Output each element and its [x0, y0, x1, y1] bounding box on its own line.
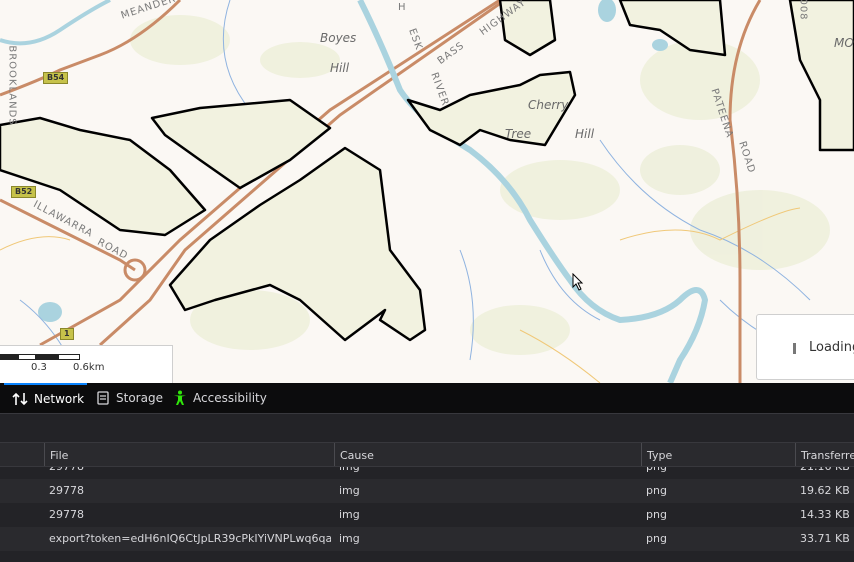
place-label: Hill	[330, 61, 350, 75]
cell-transferred: 21.16 KB	[800, 467, 850, 479]
request-table-body: 29778 img png 21.16 KB 29778 img png 19.…	[0, 467, 854, 562]
table-row[interactable]	[0, 551, 854, 562]
tab-network[interactable]: Network	[4, 383, 87, 413]
network-toolbar	[0, 414, 854, 443]
cell-file: 29778	[49, 467, 329, 479]
place-label: Hill	[575, 127, 595, 141]
cell-type: png	[646, 532, 667, 545]
cell-file: 29778	[49, 508, 84, 521]
cell-transferred: 33.71 KB	[800, 532, 850, 545]
table-row[interactable]: 29778 img png 21.16 KB	[0, 467, 854, 479]
request-table-header: File Cause Type Transferred	[0, 443, 854, 467]
place-label: Boyes	[320, 31, 357, 45]
road-label: H	[398, 2, 407, 13]
cell-file: 29778	[49, 484, 84, 497]
loading-panel: Loading	[756, 314, 854, 380]
cell-cause: img	[339, 467, 360, 479]
map-canvas[interactable]	[0, 0, 854, 383]
place-label: Tree	[505, 127, 532, 141]
tab-storage[interactable]: Storage	[96, 383, 163, 413]
scale-label: 0.3	[31, 362, 47, 373]
cell-transferred: 14.33 KB	[800, 508, 850, 521]
loading-text: Loading	[809, 340, 854, 355]
table-row[interactable]: 29778 img png 14.33 KB	[0, 503, 854, 527]
scale-bar: 0.3 0.6km	[0, 345, 173, 383]
road-label: BROOKLANDS	[6, 45, 18, 126]
column-header-file[interactable]: File	[44, 443, 334, 466]
cell-type: png	[646, 467, 667, 479]
tab-accessibility[interactable]: Accessibility	[173, 383, 267, 413]
map-view[interactable]: Boyes Hill Cherry Tree Hill MO MEANDER B…	[0, 0, 854, 383]
table-row[interactable]: export?token=edH6nIQ6CtJpLR39cPkIYiVNPLw…	[0, 527, 854, 551]
route-shield: 1	[60, 328, 74, 340]
table-row[interactable]: 29778 img png 19.62 KB	[0, 479, 854, 503]
cell-file: export?token=edH6nIQ6CtJpLR39cPkIYiVNPLw…	[49, 532, 331, 545]
tab-label: Storage	[116, 391, 163, 405]
accessibility-icon	[174, 390, 186, 405]
scale-label: 0.6km	[73, 362, 105, 373]
column-header-cause[interactable]: Cause	[334, 443, 641, 466]
route-shield: B54	[43, 72, 69, 84]
storage-icon	[97, 391, 109, 405]
column-header-transferred[interactable]: Transferred	[795, 443, 854, 466]
tab-label: Network	[34, 392, 85, 406]
column-header-type[interactable]: Type	[641, 443, 795, 466]
devtools-tabbar: Network Storage Accessibility	[0, 383, 854, 414]
cell-cause: img	[339, 484, 360, 497]
network-icon	[12, 392, 28, 406]
spinner-icon	[793, 343, 796, 354]
tab-label: Accessibility	[193, 391, 267, 405]
route-shield: B52	[11, 186, 37, 198]
cell-type: png	[646, 508, 667, 521]
place-label: MO	[834, 36, 854, 50]
cell-cause: img	[339, 508, 360, 521]
cell-cause: img	[339, 532, 360, 545]
mouse-cursor-icon	[572, 273, 584, 291]
place-label: Cherry	[528, 98, 569, 112]
road-label: 008	[797, 0, 809, 21]
cell-transferred: 19.62 KB	[800, 484, 850, 497]
cell-type: png	[646, 484, 667, 497]
devtools-panel: Network Storage Accessibility File Cause…	[0, 383, 854, 562]
